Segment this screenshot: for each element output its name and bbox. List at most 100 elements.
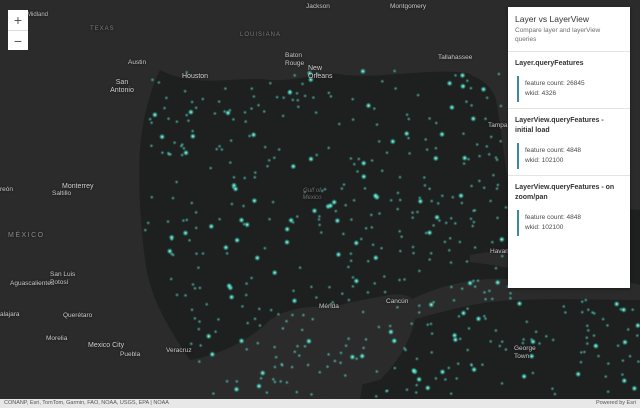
stats-block: feature count: 26845 wkid: 4326: [517, 75, 623, 103]
section-title: Layer.queryFeatures: [515, 59, 584, 67]
feature-point: [423, 137, 428, 142]
feature-point: [249, 106, 254, 111]
feature-point: [287, 89, 293, 94]
feature-point: [471, 208, 476, 213]
feature-point: [499, 381, 505, 386]
feature-point: [151, 111, 159, 119]
feature-point: [621, 339, 629, 346]
feature-point: [552, 391, 558, 397]
feature-point: [487, 288, 492, 294]
feature-point: [223, 86, 228, 91]
feature-point: [626, 327, 631, 332]
minus-icon: −: [13, 32, 23, 49]
feature-point: [434, 120, 439, 126]
map-label-san-antonio: San Antonio: [110, 79, 134, 95]
feature-point: [158, 133, 166, 140]
feature-point: [355, 169, 360, 174]
feature-point: [427, 257, 432, 262]
map-label-morelia: Morelia: [46, 335, 68, 342]
feature-point: [369, 158, 375, 163]
feature-point: [466, 326, 472, 331]
feature-point: [433, 146, 439, 151]
feature-point: [233, 386, 240, 393]
feature-point: [586, 328, 591, 333]
feature-point: [459, 200, 465, 206]
map-label-houston: Houston: [182, 73, 209, 80]
feature-point: [267, 158, 272, 163]
feature-point: [433, 376, 439, 381]
feature-point: [302, 344, 308, 349]
feature-point: [164, 95, 169, 101]
feature-point: [290, 97, 295, 103]
feature-point: [196, 265, 201, 270]
feature-point: [192, 316, 198, 321]
feature-point: [365, 290, 371, 295]
feature-point: [208, 165, 213, 171]
feature-point: [395, 190, 401, 196]
feature-point: [252, 175, 257, 180]
zoom-in-button[interactable]: +: [8, 10, 28, 30]
feature-point: [563, 310, 568, 315]
feature-point: [448, 236, 453, 241]
feature-point: [464, 99, 469, 104]
feature-point: [281, 95, 286, 100]
feature-point: [169, 237, 174, 242]
feature-point: [269, 307, 274, 313]
feature-point: [374, 394, 379, 399]
feature-point: [448, 104, 456, 111]
section-title: LayerView.queryFeatures - initial load: [515, 117, 604, 134]
feature-point: [508, 291, 513, 296]
feature-point: [268, 81, 273, 86]
feature-point: [196, 326, 201, 332]
feature-point: [295, 214, 300, 219]
feature-point: [482, 290, 487, 295]
feature-point: [351, 198, 357, 203]
feature-point: [428, 301, 435, 308]
powered-by[interactable]: Powered by Esri: [596, 399, 636, 408]
feature-point: [250, 131, 257, 138]
feature-point: [343, 203, 348, 208]
feature-point: [395, 206, 400, 212]
map-label-jackson: Jackson: [306, 3, 330, 10]
feature-point: [613, 300, 620, 308]
feature-point: [334, 217, 341, 224]
attribution-sources[interactable]: CONANP, Esri, TomTom, Garmin, FAO, NOAA,…: [4, 399, 169, 408]
feature-point: [397, 175, 403, 180]
map-label-texas: TEXAS: [90, 26, 115, 32]
feature-point: [389, 198, 394, 203]
feature-point: [360, 173, 367, 180]
feature-point: [497, 343, 502, 349]
feature-point: [449, 284, 454, 290]
feature-point: [585, 341, 590, 346]
feature-point: [437, 218, 442, 223]
feature-point: [427, 186, 432, 191]
feature-point: [404, 112, 410, 117]
panel-header: Layer vs LayerView Compare layer and lay…: [508, 7, 630, 52]
feature-point: [417, 268, 422, 274]
feature-point: [292, 73, 297, 78]
feature-point: [300, 81, 305, 87]
feature-point: [521, 337, 526, 342]
feature-point: [179, 143, 184, 149]
feature-point: [146, 220, 151, 226]
map-label-austin: Austin: [128, 59, 147, 66]
map-label-halajara: alajara: [0, 311, 20, 318]
feature-point: [449, 216, 454, 221]
map-label-monterrey: Monterrey: [62, 183, 94, 190]
feature-point: [491, 173, 496, 178]
zoom-out-button[interactable]: −: [8, 30, 28, 50]
feature-point: [440, 193, 445, 198]
feature-point: [172, 140, 177, 145]
feature-point: [591, 333, 597, 338]
feature-point: [229, 201, 235, 207]
feature-point: [348, 156, 354, 161]
feature-point: [251, 94, 257, 99]
map-label-cancun: Cancún: [386, 298, 409, 305]
feature-point: [438, 131, 446, 138]
section-title: LayerView.queryFeatures - on zoom/pan: [515, 184, 615, 201]
feature-point: [494, 279, 501, 286]
feature-point: [427, 116, 432, 121]
feature-point: [487, 152, 492, 157]
feature-count: feature count: 4848: [525, 146, 582, 154]
feature-point: [475, 315, 482, 322]
